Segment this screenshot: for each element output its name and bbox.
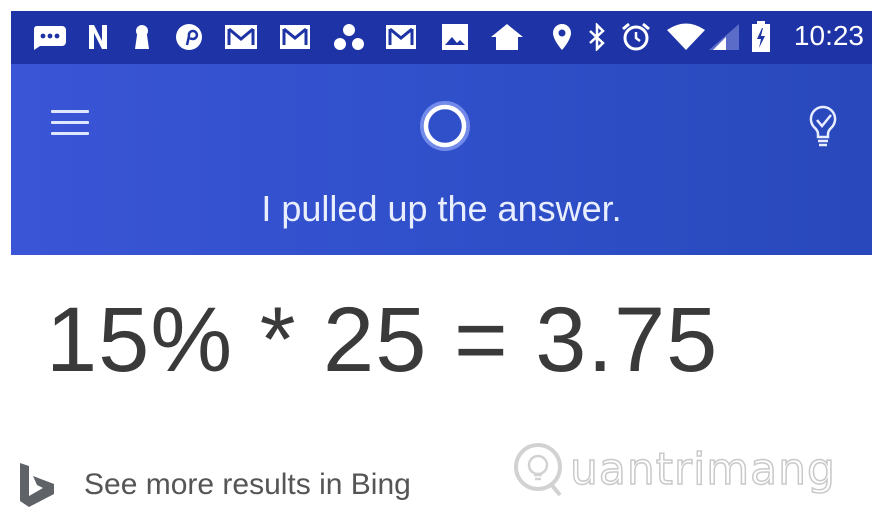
watermark-text: uantrimang	[569, 443, 836, 496]
location-icon	[549, 23, 575, 51]
alarm-icon	[619, 22, 653, 51]
home-icon	[489, 23, 525, 51]
bing-logo-icon	[20, 463, 54, 507]
cortana-screen: 10:23 I pulled up the answer. 15% * 25 =…	[0, 0, 872, 511]
see-more-bing-link[interactable]: See more results in Bing	[18, 460, 411, 510]
keyhole-icon	[129, 23, 155, 51]
signal-icon	[707, 23, 741, 51]
calculation-result: 15% * 25 = 3.75	[46, 289, 719, 391]
gmail-icon	[277, 23, 313, 51]
bluetooth-icon	[585, 23, 609, 51]
watermark-logo-icon	[514, 443, 562, 497]
gmail-icon	[223, 23, 259, 51]
watermark: uantrimang	[512, 436, 836, 502]
bing-link-label: See more results in Bing	[84, 468, 411, 501]
n-icon	[85, 23, 111, 51]
message-icon	[29, 23, 69, 51]
clock-time: 10:23	[793, 20, 864, 51]
battery-charging-icon	[749, 21, 773, 52]
dots-icon	[331, 23, 367, 51]
hamburger-menu-icon[interactable]	[51, 108, 91, 136]
cortana-ring-icon[interactable]	[417, 98, 473, 154]
wifi-icon	[665, 23, 707, 51]
pinterest-icon	[173, 23, 205, 51]
image-icon	[439, 23, 471, 51]
status-bar: 10:23	[11, 11, 872, 64]
notebook-lightbulb-icon[interactable]	[807, 104, 839, 148]
cortana-message: I pulled up the answer.	[261, 188, 622, 229]
gmail-icon	[383, 23, 419, 51]
app-bar: I pulled up the answer.	[11, 64, 872, 255]
